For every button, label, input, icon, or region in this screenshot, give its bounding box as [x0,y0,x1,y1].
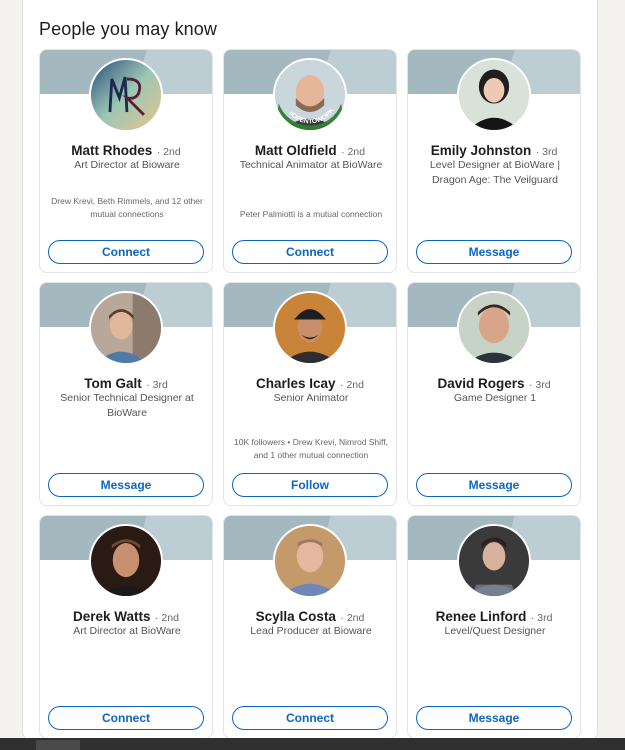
profile-avatar[interactable] [457,291,531,365]
profile-avatar[interactable] [457,58,531,132]
person-card[interactable]: Charles Icay · 2nd Senior Animator 10K f… [223,282,397,506]
person-avatar-icon [275,293,345,363]
person-avatar-icon [275,526,345,596]
person-card[interactable]: Derek Watts · 2nd Art Director at BioWar… [39,515,213,739]
profile-avatar[interactable] [89,291,163,365]
person-name[interactable]: David Rogers [437,376,524,391]
mutual-connections: Drew Krevi, Beth Rimmels, and 12 other m… [51,196,203,219]
connection-degree: · 2nd [341,146,366,158]
person-headline: Level Designer at BioWare | Dragon Age: … [429,159,561,186]
connection-degree: · 2nd [155,612,179,624]
person-avatar-icon [91,526,161,596]
connect-button[interactable]: Connect [48,240,204,264]
connection-degree: · 3rd [528,379,551,391]
person-avatar-icon: #OPENTOWORK [275,60,345,130]
profile-avatar[interactable] [273,291,347,365]
person-headline: Senior Animator [273,392,349,404]
person-card[interactable]: David Rogers · 3rd Game Designer 1 Messa… [407,282,581,506]
connection-degree: · 3rd [146,379,168,391]
connect-button[interactable]: Connect [232,706,388,730]
mr-logo-icon [91,60,161,130]
mutual-connections: 10K followers • Drew Krevi, Nimrod Shiff… [234,437,388,460]
person-name[interactable]: Scylla Costa [256,609,336,624]
person-headline: Senior Technical Designer at BioWare [60,392,194,419]
person-headline: Level/Quest Designer [444,625,546,637]
person-name[interactable]: Derek Watts [73,609,151,624]
profile-avatar[interactable] [89,524,163,598]
person-name[interactable]: Emily Johnston [431,143,532,158]
connection-degree: · 2nd [156,146,181,158]
connect-button[interactable]: Connect [232,240,388,264]
person-avatar-icon [459,526,529,596]
message-button[interactable]: Message [416,473,572,497]
profile-avatar[interactable] [273,524,347,598]
scrollbar-thumb[interactable] [36,740,80,750]
mutual-connections: Peter Palmiotti is a mutual connection [239,209,383,219]
person-avatar-icon [459,293,529,363]
person-headline: Lead Producer at Bioware [250,625,372,637]
profile-avatar[interactable] [457,524,531,598]
person-card[interactable]: Matt Rhodes · 2nd Art Director at Biowar… [39,49,213,273]
section-title: People you may know [39,19,217,39]
person-name[interactable]: Charles Icay [256,376,336,391]
profile-avatar[interactable]: #OPENTOWORK [273,58,347,132]
message-button[interactable]: Message [416,240,572,264]
connection-degree: · 3rd [530,612,553,624]
message-button[interactable]: Message [416,706,572,730]
person-name[interactable]: Tom Galt [84,376,142,391]
person-name[interactable]: Matt Rhodes [71,143,152,158]
window-bottom-bar [0,738,625,750]
connection-degree: · 2nd [340,379,364,391]
person-card[interactable]: #OPENTOWORK Matt Oldfield · 2nd Technica… [223,49,397,273]
person-name[interactable]: Renee Linford [436,609,527,624]
person-headline: Art Director at BioWare [73,625,181,637]
person-card[interactable]: Tom Galt · 3rd Senior Technical Designer… [39,282,213,506]
person-headline: Technical Animator at BioWare [239,159,383,171]
message-button[interactable]: Message [48,473,204,497]
person-card[interactable]: Emily Johnston · 3rd Level Designer at B… [407,49,581,273]
person-avatar-icon [91,293,161,363]
person-card[interactable]: Renee Linford · 3rd Level/Quest Designer… [407,515,581,739]
people-you-may-know-panel: People you may know Matt Rhodes · 2nd Ar… [22,0,598,740]
person-headline: Art Director at Bioware [74,159,180,171]
connection-degree: · 2nd [340,612,365,624]
connect-button[interactable]: Connect [48,706,204,730]
connection-degree: · 3rd [535,146,558,158]
person-name[interactable]: Matt Oldfield [255,143,337,158]
person-headline: Game Designer 1 [453,392,537,404]
person-card[interactable]: Scylla Costa · 2nd Lead Producer at Biow… [223,515,397,739]
follow-button[interactable]: Follow [232,473,388,497]
profile-avatar[interactable] [89,58,163,132]
person-avatar-icon [459,60,529,130]
